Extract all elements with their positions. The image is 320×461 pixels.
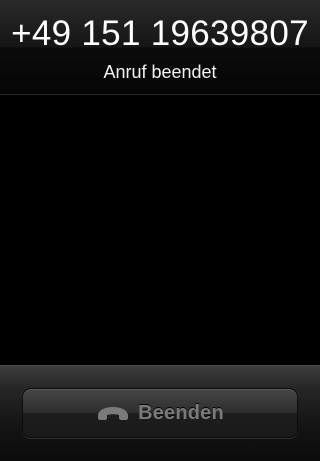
call-content-area	[0, 95, 320, 365]
phone-hangup-icon	[96, 405, 130, 421]
end-call-button[interactable]: Beenden	[22, 388, 298, 438]
caller-number: +49 151 19639807	[11, 14, 309, 53]
bottom-action-bar: Beenden	[0, 365, 320, 461]
call-header: +49 151 19639807 Anruf beendet	[0, 0, 320, 95]
end-call-label: Beenden	[138, 401, 224, 424]
call-status: Anruf beendet	[103, 62, 217, 82]
